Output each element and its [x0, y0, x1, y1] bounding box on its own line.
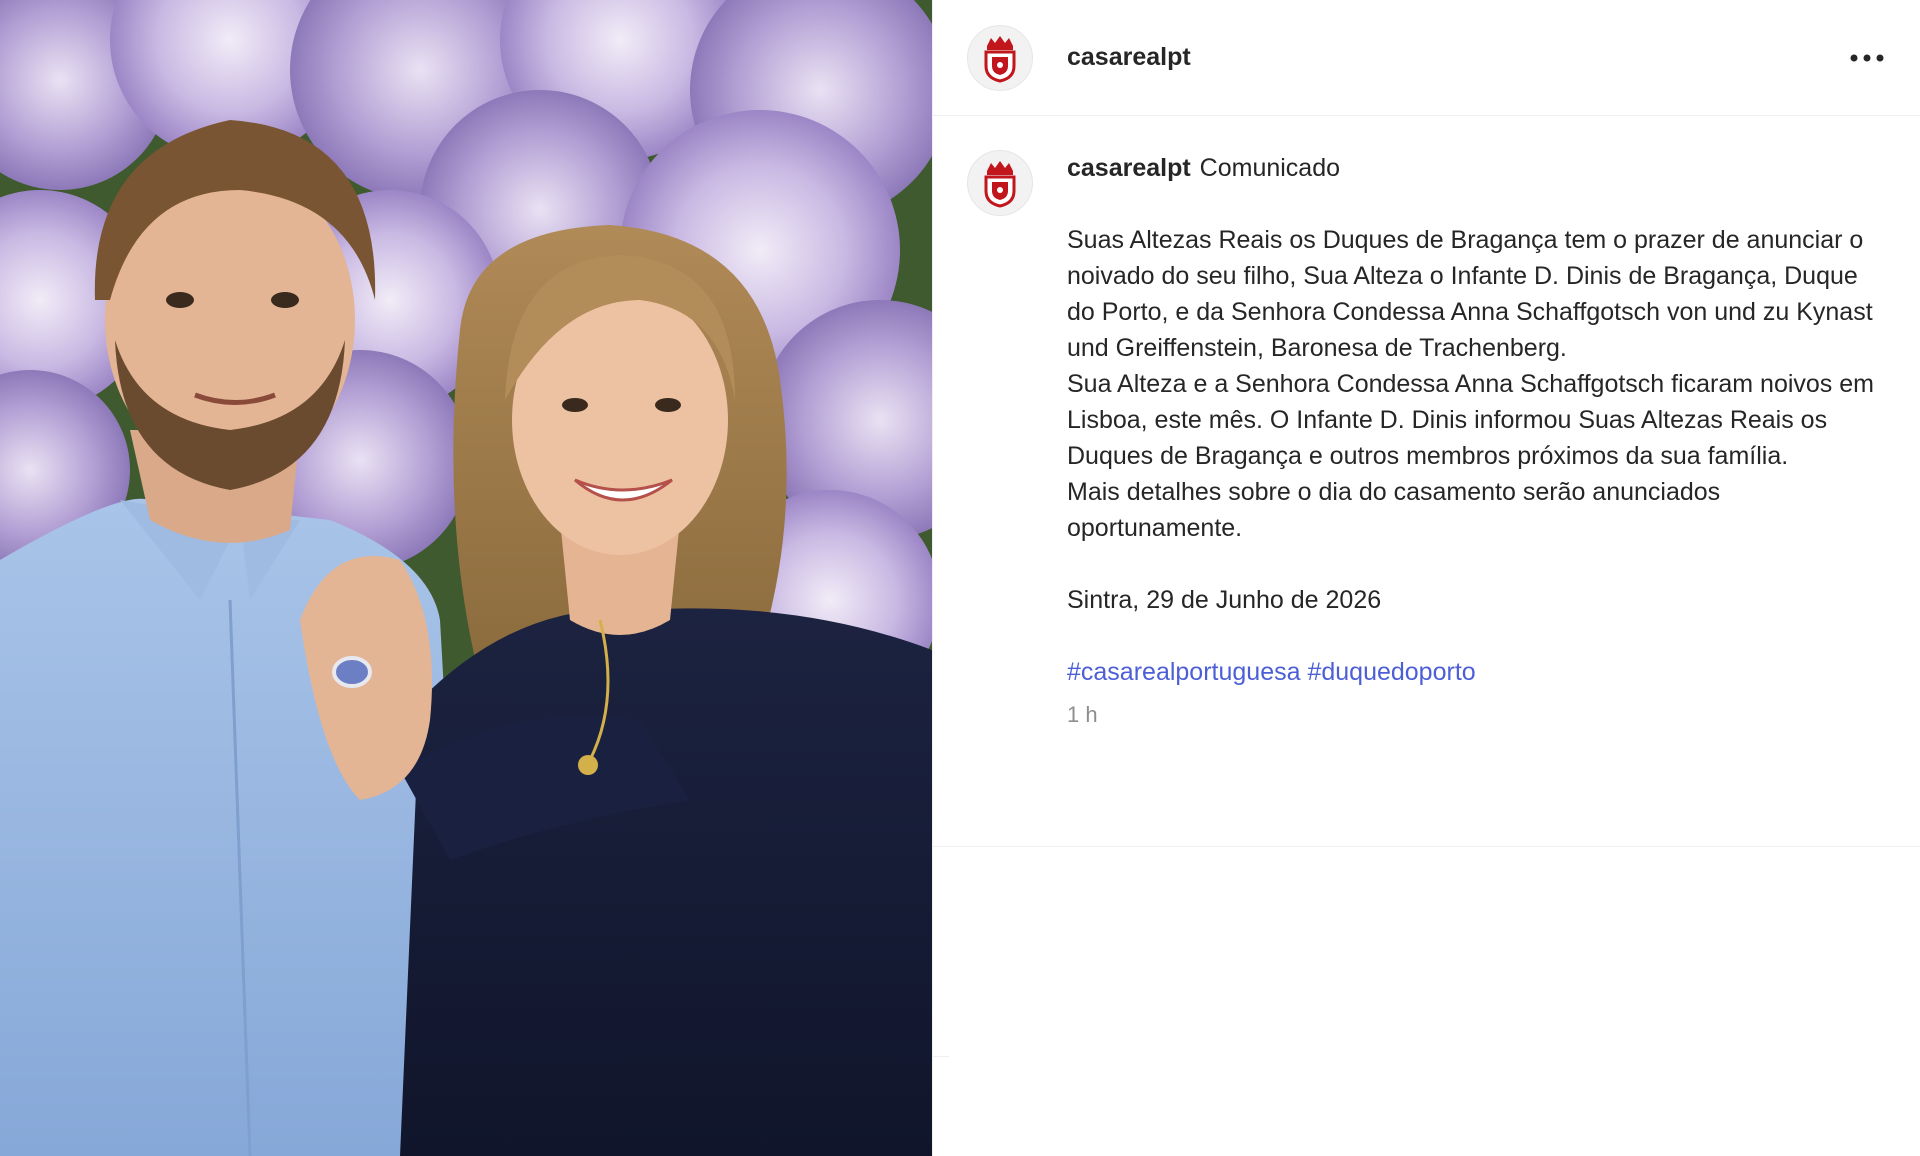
caption-paragraph: Suas Altezas Reais os Duques de Bragança… — [1067, 226, 1873, 362]
caption-paragraph: Mais detalhes sobre o dia do casamento s… — [1067, 478, 1721, 542]
caption-title: Comunicado — [1199, 154, 1341, 182]
caption-text: casarealpt Comunicado Suas Altezas Reais… — [1067, 150, 1887, 730]
divider — [933, 846, 1920, 847]
hashtag-link[interactable]: #duquedoporto — [1307, 658, 1475, 686]
post-timestamp[interactable]: 1 h — [1067, 700, 1887, 730]
divider — [933, 1056, 949, 1057]
post-details-panel: casarealpt casarealpt Comunicado Suas Al… — [932, 0, 1920, 1156]
royal-coat-of-arms-icon — [984, 35, 1016, 83]
header-username[interactable]: casarealpt — [1067, 43, 1191, 72]
hashtag-link[interactable]: #casarealportuguesa — [1067, 658, 1301, 686]
caption-username[interactable]: casarealpt — [1067, 154, 1191, 182]
caption-paragraph: Sua Alteza e a Senhora Condessa Anna Sch… — [1067, 370, 1874, 470]
hashtags: #casarealportuguesa #duquedoporto — [1067, 654, 1887, 690]
post-header: casarealpt — [933, 0, 1920, 116]
instagram-post: casarealpt casarealpt Comunicado Suas Al… — [0, 0, 1920, 1156]
royal-coat-of-arms-icon — [984, 161, 1016, 208]
caption-head: casarealpt Comunicado — [1067, 150, 1887, 186]
caption-area: casarealpt Comunicado Suas Altezas Reais… — [933, 116, 1920, 730]
post-photo[interactable] — [0, 0, 932, 1156]
caption-avatar[interactable] — [967, 150, 1033, 216]
header-avatar[interactable] — [967, 24, 1033, 91]
caption-date: Sintra, 29 de Junho de 2026 — [1067, 586, 1382, 614]
more-options-button[interactable] — [1842, 38, 1892, 78]
more-horizontal-icon — [1850, 54, 1884, 61]
photo-couple-hydrangeas — [0, 0, 932, 1156]
